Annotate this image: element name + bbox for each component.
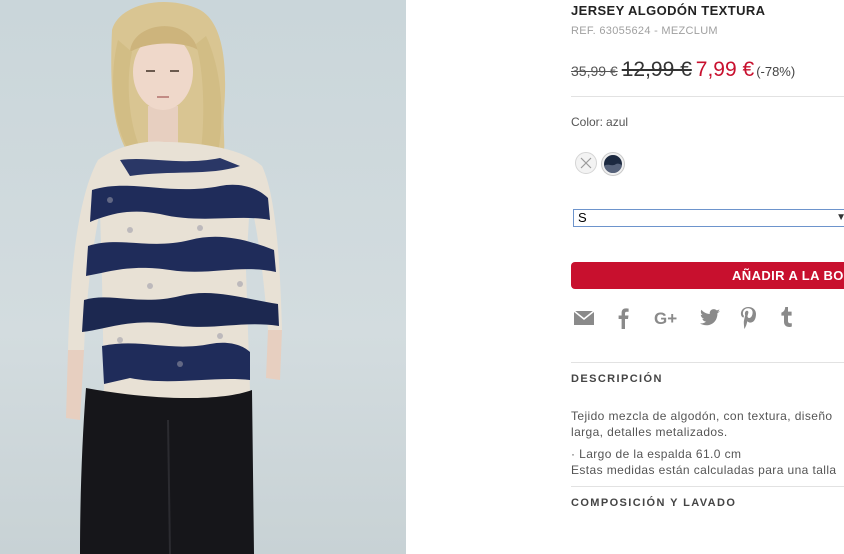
composition-heading[interactable]: COMPOSICIÓN Y LAVADO [571, 497, 736, 509]
svg-text:G+: G+ [654, 309, 677, 327]
discount-badge: (-78%) [756, 64, 796, 79]
swatch-unavailable[interactable] [575, 152, 597, 174]
cross-icon [580, 157, 592, 169]
description-line: Tejido mezcla de algodón, con textura, d… [571, 409, 833, 423]
description-line: · Largo de la espalda 61.0 cm [571, 447, 742, 461]
divider [571, 96, 844, 97]
description-line: Estas medidas están calculadas para una … [571, 463, 837, 477]
add-to-bag-button[interactable]: AÑADIR A LA BOLSA [571, 262, 844, 289]
size-select-value: S [578, 210, 587, 225]
product-photo[interactable] [0, 0, 406, 554]
description-text: Tejido mezcla de algodón, con textura, d… [571, 408, 836, 478]
facebook-icon[interactable] [617, 307, 629, 329]
dropdown-arrow-icon: ▼ [836, 212, 844, 223]
add-to-bag-label: AÑADIR A LA BOLSA [732, 268, 844, 283]
divider [571, 362, 844, 363]
pinterest-icon[interactable] [740, 307, 756, 329]
product-title: JERSEY ALGODÓN TEXTURA [571, 3, 766, 18]
sale-price: 7,99 € [695, 58, 755, 81]
google-plus-icon[interactable]: G+ [654, 309, 682, 331]
previous-price: 12,99 € [621, 58, 692, 81]
swatch-texture-icon [604, 163, 622, 173]
product-info-panel: JERSEY ALGODÓN TEXTURA REF. 63055624 - M… [571, 0, 844, 554]
color-selected-value: azul [606, 115, 629, 129]
description-line: larga, detalles metalizados. [571, 425, 728, 439]
model-illustration [66, 2, 282, 554]
color-label: Color: azul [571, 115, 628, 129]
size-select[interactable]: S ▼ [573, 209, 844, 227]
product-reference: REF. 63055624 - MEZCLUM [571, 25, 718, 37]
divider [571, 486, 844, 487]
email-icon[interactable] [574, 311, 594, 333]
swatch-azul[interactable] [602, 153, 624, 175]
twitter-icon[interactable] [700, 309, 720, 331]
description-heading[interactable]: DESCRIPCIÓN [571, 373, 663, 385]
tumblr-icon[interactable] [781, 307, 793, 329]
color-label-text: Color: [571, 115, 604, 129]
original-price: 35,99 € [571, 63, 618, 79]
price-block: 35,99 €12,99 €7,99 € (-78%) [571, 58, 795, 82]
